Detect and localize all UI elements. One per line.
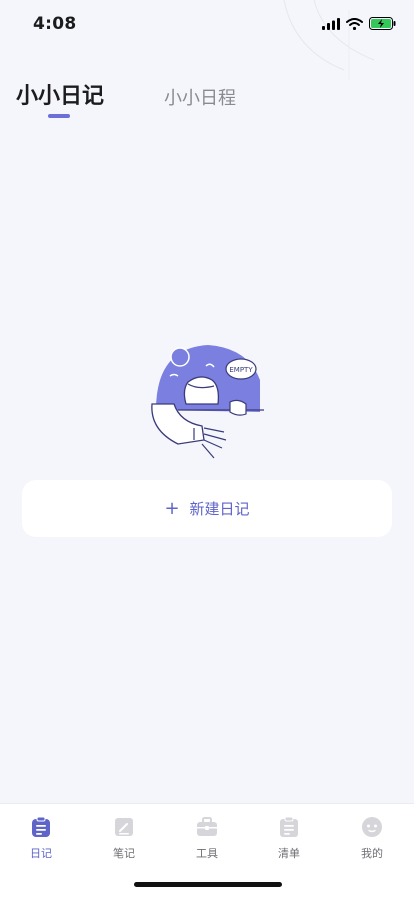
new-diary-button[interactable]: + 新建日记 <box>22 480 392 537</box>
checklist-icon <box>280 816 298 837</box>
profile-icon <box>362 817 382 837</box>
tab-bar-item-profile[interactable]: 我的 <box>342 816 402 861</box>
tab-label: 小小日记 <box>16 84 105 109</box>
tab-bar-item-tools[interactable]: 工具 <box>177 816 237 861</box>
status-time: 4:08 <box>33 14 77 34</box>
tab-bar-label: 笔记 <box>113 847 135 860</box>
tab-bar-label: 清单 <box>278 847 300 860</box>
tab-active-indicator <box>48 114 70 118</box>
tab-label: 小小日程 <box>164 88 237 109</box>
tab-xiaoxiao-schedule[interactable]: 小小日程 <box>164 84 236 110</box>
plus-icon: + <box>164 497 180 519</box>
toolbox-icon <box>197 817 217 836</box>
top-tabs: 小小日记 小小日程 <box>16 78 296 118</box>
tab-bar-label: 工具 <box>196 847 218 860</box>
empty-state-illustration: EMPTY <box>151 345 264 459</box>
note-icon <box>115 818 133 836</box>
status-icons <box>322 17 396 30</box>
tab-bar-item-notes[interactable]: 笔记 <box>94 816 154 861</box>
new-diary-label: 新建日记 <box>189 500 250 518</box>
tab-xiaoxiao-diary[interactable]: 小小日记 <box>16 78 105 118</box>
empty-badge-text: EMPTY <box>229 366 253 374</box>
wifi-icon <box>346 17 363 30</box>
battery-charging-icon <box>369 17 396 30</box>
diary-icon <box>32 816 50 837</box>
tab-bar-label: 我的 <box>361 847 383 860</box>
tab-bar-item-checklist[interactable]: 清单 <box>259 816 319 861</box>
tab-bar-label: 日记 <box>30 847 52 860</box>
tab-bar-item-diary[interactable]: 日记 <box>11 816 71 861</box>
signal-icon <box>322 17 340 30</box>
status-bar: 4:08 <box>0 0 414 80</box>
home-indicator <box>134 882 282 887</box>
